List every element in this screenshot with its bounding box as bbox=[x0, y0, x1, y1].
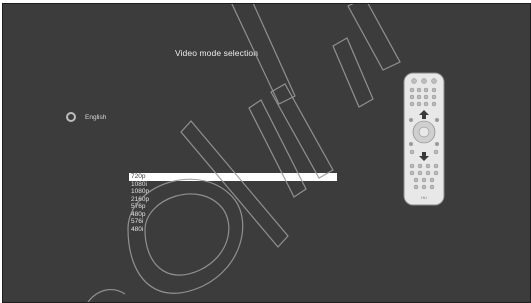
screen-title: Video mode selection bbox=[174, 48, 259, 58]
video-mode-item[interactable]: 480p bbox=[129, 211, 337, 219]
remote-control-icon: HU bbox=[403, 72, 445, 206]
video-mode-item[interactable]: 576p bbox=[129, 203, 337, 211]
video-mode-list: 720p 1080i 1080p 2160p 576p 480p 576i 48… bbox=[129, 173, 337, 233]
tv-screen: Video mode selection English 720p 1080i … bbox=[2, 3, 531, 303]
video-mode-item[interactable]: 480i bbox=[129, 226, 337, 234]
video-mode-item[interactable]: 1080p bbox=[129, 188, 337, 196]
video-mode-item[interactable]: 720p bbox=[129, 173, 337, 181]
remote-brand-text: HU bbox=[421, 195, 427, 200]
language-label: English bbox=[85, 113, 107, 121]
language-option[interactable]: English bbox=[66, 111, 106, 123]
radio-icon bbox=[66, 112, 76, 122]
video-mode-item[interactable]: 576i bbox=[129, 218, 337, 226]
video-mode-item[interactable]: 1080i bbox=[129, 181, 337, 189]
video-mode-item[interactable]: 2160p bbox=[129, 196, 337, 204]
